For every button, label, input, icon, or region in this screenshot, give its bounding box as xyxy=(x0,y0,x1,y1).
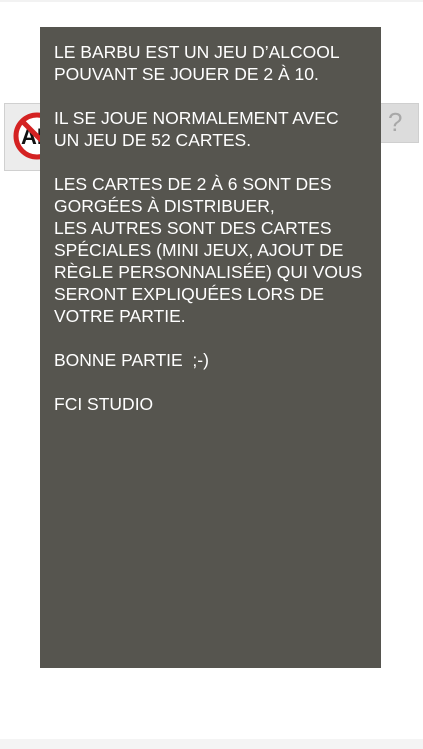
text-line: FCI STUDIO xyxy=(54,394,154,414)
text-line: VOTRE PARTIE. xyxy=(54,306,186,326)
text-line: LES CARTES DE 2 À 6 SONT DES xyxy=(54,174,332,194)
text-line: IL SE JOUE NORMALEMENT AVEC xyxy=(54,108,339,128)
question-mark-icon: ? xyxy=(388,109,402,137)
text-line: POUVANT SE JOUER DE 2 À 10. xyxy=(54,64,319,84)
studio-credit: FCI STUDIO xyxy=(54,393,367,415)
help-symbol: ? xyxy=(388,109,402,137)
text-line: GORGÉES À DISTRIBUER, xyxy=(54,196,275,216)
screen: AL ? LE BARBU EST UN JEU D’ALCOOL POUVAN… xyxy=(0,0,423,749)
cards-paragraph: LES CARTES DE 2 À 6 SONT DES GORGÉES À D… xyxy=(54,173,367,327)
navigation-bar-strip xyxy=(0,739,423,749)
intro-paragraph: LE BARBU EST UN JEU D’ALCOOL POUVANT SE … xyxy=(54,41,367,85)
text-line: UN JEU DE 52 CARTES. xyxy=(54,130,252,150)
greeting-paragraph: BONNE PARTIE ;-) xyxy=(54,349,367,371)
rules-info-panel[interactable]: LE BARBU EST UN JEU D’ALCOOL POUVANT SE … xyxy=(40,27,381,668)
status-bar-strip xyxy=(0,0,423,2)
text-line: LES AUTRES SONT DES CARTES xyxy=(54,218,332,238)
text-line: LE BARBU EST UN JEU D’ALCOOL xyxy=(54,42,340,62)
text-line: RÈGLE PERSONNALISÉE) QUI VOUS xyxy=(54,262,363,282)
deck-paragraph: IL SE JOUE NORMALEMENT AVEC UN JEU DE 52… xyxy=(54,107,367,151)
text-line: SERONT EXPLIQUÉES LORS DE xyxy=(54,284,325,304)
text-line: BONNE PARTIE ;-) xyxy=(54,350,209,370)
text-line: SPÉCIALES (MINI JEUX, AJOUT DE xyxy=(54,240,344,260)
